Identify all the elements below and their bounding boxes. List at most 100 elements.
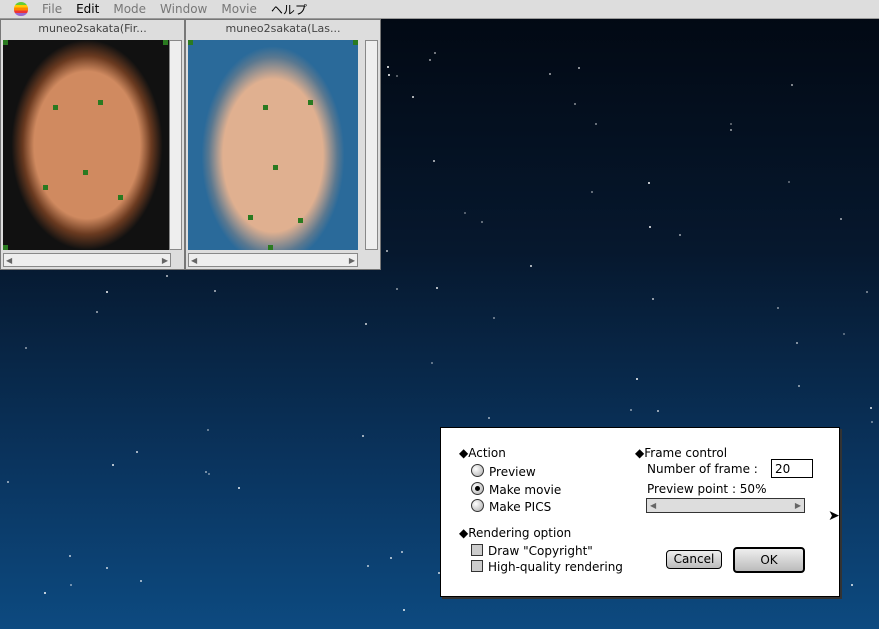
- star: [487, 417, 490, 420]
- radio-preview[interactable]: Preview: [471, 464, 536, 479]
- menu-movie[interactable]: Movie: [221, 2, 257, 16]
- radio-label: Preview: [489, 465, 536, 479]
- star: [573, 102, 576, 105]
- radio-make-movie[interactable]: Make movie: [471, 482, 561, 497]
- movie-options-dialog: ◆Action Preview Make movie Make PICS ◆Re…: [440, 427, 840, 597]
- star: [206, 429, 209, 432]
- checkbox-icon[interactable]: [471, 560, 483, 572]
- vertical-scrollbar[interactable]: [169, 40, 182, 250]
- star: [111, 463, 114, 466]
- radio-icon[interactable]: [471, 464, 484, 477]
- star: [636, 378, 639, 381]
- first-image-window[interactable]: muneo2sakata(Fir... ◀ ▶: [0, 19, 185, 270]
- mouse-cursor-icon: ➤: [828, 508, 840, 524]
- cancel-button[interactable]: Cancel: [666, 550, 722, 569]
- vertical-scrollbar[interactable]: [365, 40, 378, 250]
- star: [44, 591, 46, 594]
- radio-label: Make PICS: [489, 500, 552, 514]
- star: [106, 290, 109, 293]
- last-image-window[interactable]: muneo2sakata(Las... ◀ ▶: [185, 19, 381, 270]
- menu-file[interactable]: File: [42, 2, 62, 16]
- star: [366, 564, 369, 567]
- star: [431, 361, 434, 364]
- frame-count-input[interactable]: 20: [771, 459, 813, 478]
- star: [851, 584, 854, 587]
- star: [480, 221, 483, 224]
- star: [791, 83, 794, 86]
- star: [866, 291, 869, 294]
- star: [434, 51, 437, 54]
- radio-label: Make movie: [489, 483, 562, 497]
- star: [656, 409, 659, 412]
- menu-help[interactable]: ヘルプ: [271, 1, 307, 18]
- face-image-last[interactable]: [188, 40, 358, 250]
- checkbox-label: High-quality rendering: [488, 560, 623, 574]
- star: [839, 217, 842, 220]
- menu-window[interactable]: Window: [160, 2, 207, 16]
- scroll-left-icon[interactable]: ◀: [6, 256, 12, 265]
- star: [237, 486, 240, 489]
- action-heading: ◆Action: [459, 446, 506, 460]
- checkbox-copyright[interactable]: Draw "Copyright": [471, 544, 593, 558]
- window-title[interactable]: muneo2sakata(Las...: [186, 20, 380, 38]
- slider-left-icon[interactable]: ◀: [650, 501, 656, 510]
- menu-edit[interactable]: Edit: [76, 2, 99, 16]
- star: [729, 128, 732, 131]
- star: [208, 472, 211, 475]
- star: [365, 323, 368, 326]
- star: [679, 234, 682, 237]
- star: [590, 191, 593, 194]
- star: [412, 96, 415, 99]
- star: [797, 384, 800, 387]
- star: [25, 346, 28, 349]
- star: [843, 333, 846, 336]
- star: [166, 275, 169, 278]
- star: [777, 306, 780, 309]
- menu-mode[interactable]: Mode: [113, 2, 146, 16]
- apple-menu-icon[interactable]: [14, 2, 28, 16]
- star: [387, 74, 390, 77]
- star: [402, 608, 405, 611]
- star: [463, 211, 466, 214]
- star: [70, 584, 72, 587]
- checkbox-label: Draw "Copyright": [488, 544, 593, 558]
- star: [779, 597, 782, 600]
- star: [577, 66, 580, 69]
- star: [548, 72, 551, 75]
- star: [390, 557, 393, 560]
- scroll-right-icon[interactable]: ▶: [349, 256, 355, 265]
- menu-bar: File Edit Mode Window Movie ヘルプ: [0, 0, 879, 19]
- slider-right-icon[interactable]: ▶: [795, 501, 801, 510]
- star: [69, 555, 72, 558]
- radio-icon[interactable]: [471, 499, 484, 512]
- rendering-heading: ◆Rendering option: [459, 526, 572, 540]
- face-image-first[interactable]: [3, 40, 171, 250]
- star: [95, 311, 98, 314]
- star: [651, 297, 654, 300]
- checkbox-high-quality[interactable]: High-quality rendering: [471, 560, 623, 574]
- radio-make-pics[interactable]: Make PICS: [471, 499, 551, 514]
- scroll-right-icon[interactable]: ▶: [162, 256, 168, 265]
- horizontal-scrollbar[interactable]: ◀ ▶: [188, 253, 358, 267]
- star: [796, 341, 799, 344]
- star: [214, 289, 217, 292]
- checkbox-icon[interactable]: [471, 544, 483, 556]
- star: [396, 287, 399, 290]
- preview-point-slider[interactable]: ◀ ▶: [646, 498, 805, 513]
- star: [492, 316, 495, 319]
- star: [870, 421, 873, 424]
- window-title[interactable]: muneo2sakata(Fir...: [1, 20, 184, 38]
- star: [135, 450, 138, 453]
- ok-button[interactable]: OK: [733, 547, 805, 573]
- scroll-left-icon[interactable]: ◀: [191, 256, 197, 265]
- star: [362, 434, 365, 437]
- star: [204, 470, 207, 473]
- star: [649, 225, 652, 228]
- star: [787, 181, 790, 184]
- star: [401, 551, 404, 554]
- star: [730, 122, 733, 125]
- horizontal-scrollbar[interactable]: ◀ ▶: [3, 253, 171, 267]
- radio-selected-icon[interactable]: [471, 482, 484, 495]
- star: [7, 480, 10, 483]
- star: [429, 59, 432, 62]
